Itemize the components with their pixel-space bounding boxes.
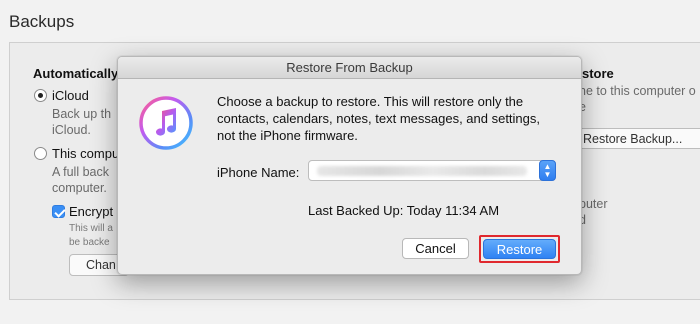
iphone-name-select[interactable]: ▲ ▼ xyxy=(308,160,556,181)
this-computer-label: This compu xyxy=(52,146,120,161)
last-backed-up-text: Last Backed Up: Today 11:34 AM xyxy=(308,203,500,218)
latest-backup-text: puter xyxy=(579,197,608,211)
icloud-radio[interactable] xyxy=(34,89,47,102)
this-computer-description-line1: A full back xyxy=(52,165,109,179)
chevron-updown-icon: ▲ ▼ xyxy=(539,160,556,181)
dialog-title: Restore From Backup xyxy=(118,57,581,79)
itunes-icon xyxy=(139,96,193,150)
icloud-label: iCloud xyxy=(52,88,89,103)
restore-from-backup-dialog: Restore From Backup Choose a backup to r… xyxy=(117,56,582,275)
iphone-name-value xyxy=(317,166,527,176)
this-computer-description-line2: computer. xyxy=(52,181,107,195)
dialog-message: Choose a backup to restore. This will re… xyxy=(217,94,541,143)
encrypt-description-line1: This will a xyxy=(69,223,113,234)
encrypt-backup-checkbox[interactable] xyxy=(52,205,65,218)
cancel-button[interactable]: Cancel xyxy=(402,238,469,259)
manual-backup-heading: store xyxy=(582,66,614,81)
manual-backup-description-line1: ne to this computer o xyxy=(579,84,696,98)
restore-button[interactable]: Restore xyxy=(483,239,556,259)
icloud-description-line1: Back up th xyxy=(52,107,112,121)
page-title: Backups xyxy=(9,12,75,31)
encrypt-backup-label: Encrypt xyxy=(69,204,114,219)
icloud-description-line2: iCloud. xyxy=(52,123,91,137)
automatic-backup-heading: Automatically xyxy=(33,66,119,81)
this-computer-radio[interactable] xyxy=(34,147,47,160)
restore-backup-button[interactable]: Restore Backup... xyxy=(566,128,700,149)
iphone-name-label: iPhone Name: xyxy=(217,165,300,180)
encrypt-description-line2: be backe xyxy=(69,237,110,248)
